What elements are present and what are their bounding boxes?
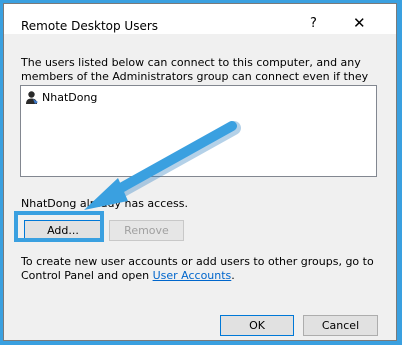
info-text: To create new user accounts or add users… [21,255,381,283]
title-bar: Remote Desktop Users ? ✕ [4,4,396,34]
user-accounts-link[interactable]: User Accounts [153,269,232,282]
user-icon [26,91,38,104]
remove-button: Remove [109,220,184,241]
info-suffix: . [231,269,235,282]
list-item[interactable]: NhatDong [24,90,97,105]
user-name: NhatDong [42,91,98,104]
dialog-title: Remote Desktop Users [21,19,159,33]
cancel-button[interactable]: Cancel [303,315,378,336]
close-button[interactable]: ✕ [353,14,366,32]
add-button[interactable]: Add... [24,220,102,241]
remote-desktop-users-dialog: Remote Desktop Users ? ✕ The users liste… [3,3,397,341]
ok-button[interactable]: OK [220,315,294,336]
access-status-text: NhatDong already has access. [21,197,188,210]
help-button[interactable]: ? [310,16,317,31]
user-list[interactable]: NhatDong [20,85,377,177]
